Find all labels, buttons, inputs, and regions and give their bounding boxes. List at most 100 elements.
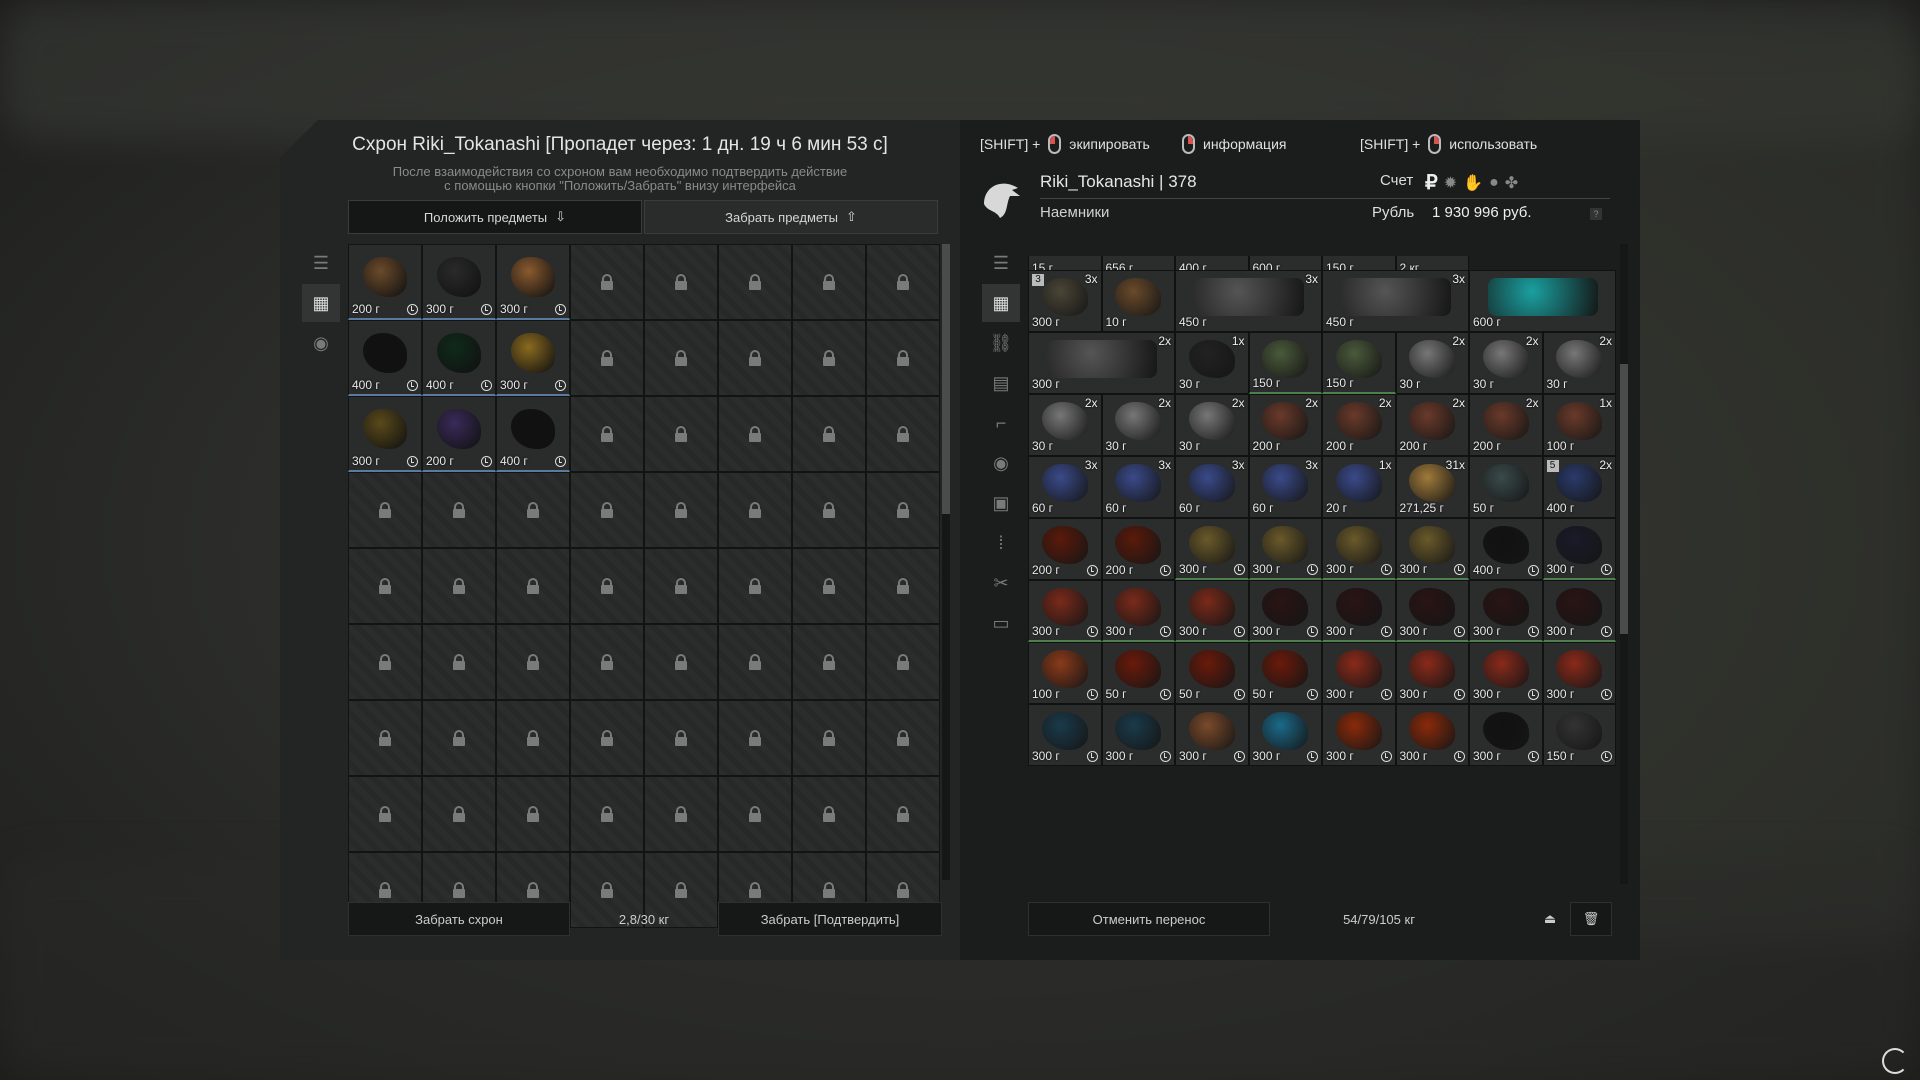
weapon-filter-icon[interactable]: ⌐ (982, 404, 1020, 442)
inventory-item[interactable]: 2x 200 г (1469, 394, 1543, 456)
stash-item[interactable]: 300 г (348, 396, 422, 472)
inventory-item[interactable]: 3x 450 г (1175, 270, 1322, 332)
item-icon (1340, 278, 1451, 317)
inventory-item[interactable]: 300 г (1322, 704, 1396, 766)
help-icon[interactable]: ? (1590, 208, 1602, 220)
trash-icon[interactable]: 🗑 (1570, 902, 1612, 936)
inventory-item[interactable]: 2x 200 г (1322, 394, 1396, 456)
inventory-item[interactable]: 50 г (1248, 642, 1322, 704)
misc-filter-icon[interactable]: ▭ (982, 604, 1020, 642)
inventory-item[interactable]: 300 г (1395, 642, 1469, 704)
chain-filter-icon[interactable]: ⛓ (982, 324, 1020, 362)
inventory-item[interactable]: 300 г (1322, 580, 1396, 642)
inventory-item[interactable]: 300 г (1101, 704, 1175, 766)
stack-count: 2x (1452, 396, 1465, 410)
list-view-icon[interactable]: ☰ (982, 244, 1020, 282)
inventory-item[interactable]: 3x 60 г (1248, 456, 1322, 518)
take-stash-button[interactable]: Забрать схрон (348, 902, 570, 936)
inventory-item[interactable]: 3x 450 г (1322, 270, 1469, 332)
stash-item[interactable]: 300 г (422, 244, 496, 320)
inventory-item[interactable]: 10 г (1101, 270, 1175, 332)
inventory-item[interactable]: 300 г (1175, 518, 1249, 580)
inventory-item[interactable]: 300 г (1469, 580, 1543, 642)
artifact-filter-icon[interactable]: ◉ (302, 324, 340, 362)
inventory-item[interactable]: 50 г (1469, 456, 1543, 518)
inventory-item[interactable]: 300 г (1469, 704, 1543, 766)
inventory-item[interactable]: 150 г (1248, 332, 1322, 394)
inventory-item[interactable]: 200 г (1028, 518, 1102, 580)
inventory-item[interactable]: 150 г (1542, 704, 1616, 766)
list-view-icon[interactable]: ☰ (302, 244, 340, 282)
inventory-item[interactable]: 1x 20 г (1322, 456, 1396, 518)
hand-currency-icon[interactable]: ✋ (1463, 173, 1483, 193)
inventory-item[interactable]: 300 г (1248, 518, 1322, 580)
inventory-item[interactable]: 200 г (1101, 518, 1175, 580)
stash-item[interactable]: 400 г (496, 396, 570, 472)
inventory-item[interactable]: 300 г (1248, 704, 1322, 766)
stash-item[interactable]: 400 г (422, 320, 496, 396)
inventory-item[interactable]: 50 г (1101, 642, 1175, 704)
armor-filter-icon[interactable]: ▤ (982, 364, 1020, 402)
inventory-item[interactable]: 31x 271,25 г (1395, 456, 1469, 518)
stash-item[interactable]: 300 г (496, 244, 570, 320)
paw-currency-icon[interactable]: ✤ (1505, 173, 1518, 193)
inventory-item[interactable]: 2x 300 г (1028, 332, 1175, 394)
stash-item[interactable]: 200 г (348, 244, 422, 320)
stash-item[interactable]: 400 г (348, 320, 422, 396)
inventory-item[interactable]: 3x 60 г (1028, 456, 1102, 518)
inventory-item[interactable]: 300 г (1028, 704, 1102, 766)
inventory-item[interactable]: 150 г (1322, 332, 1396, 394)
inventory-item[interactable]: 300 г (1322, 642, 1396, 704)
ruble-icon[interactable]: ₽ (1425, 170, 1438, 195)
inventory-item[interactable]: 300 г (1101, 580, 1175, 642)
stash-item[interactable]: 300 г (496, 320, 570, 396)
inventory-item[interactable]: 300 г (1542, 642, 1616, 704)
inventory-item[interactable]: 2x 30 г (1028, 394, 1102, 456)
grid-view-icon[interactable]: ▦ (302, 284, 340, 322)
inventory-item[interactable]: 2x 200 г (1248, 394, 1322, 456)
inventory-item[interactable]: 2x 200 г (1395, 394, 1469, 456)
inventory-item[interactable]: 3x 3 300 г (1028, 270, 1102, 332)
item-weight: 50 г (1179, 687, 1201, 701)
inventory-item[interactable]: 300 г (1248, 580, 1322, 642)
cancel-transfer-button[interactable]: Отменить перенос (1028, 902, 1270, 936)
inventory-item[interactable]: 400 г (1469, 518, 1543, 580)
inventory-item[interactable]: 2x 30 г (1469, 332, 1543, 394)
inventory-item[interactable]: 300 г (1175, 580, 1249, 642)
inventory-item[interactable]: 3x 60 г (1175, 456, 1249, 518)
inventory-item[interactable]: 300 г (1175, 704, 1249, 766)
inventory-item[interactable]: 2x 30 г (1101, 394, 1175, 456)
take-items-button[interactable]: Забрать предметы ⇧ (644, 200, 938, 234)
confirm-take-button[interactable]: Забрать [Подтвердить] (718, 902, 942, 936)
inventory-item[interactable]: 50 г (1175, 642, 1249, 704)
inventory-item[interactable]: 300 г (1395, 580, 1469, 642)
artifact-filter-icon[interactable]: ◉ (982, 444, 1020, 482)
inventory-scrollbar[interactable] (1620, 244, 1628, 884)
inventory-item[interactable]: 300 г (1469, 642, 1543, 704)
inventory-item[interactable]: 600 г (1469, 270, 1616, 332)
badge-currency-icon[interactable]: ● (1489, 174, 1499, 192)
stash-scrollbar[interactable] (942, 244, 950, 880)
lock-icon (379, 578, 391, 594)
inventory-item[interactable]: 300 г (1542, 518, 1616, 580)
inventory-item[interactable]: 300 г (1395, 518, 1469, 580)
ammo-filter-icon[interactable]: ⁞ (982, 524, 1020, 562)
gear-currency-icon[interactable]: ✹ (1444, 173, 1457, 193)
inventory-item[interactable]: 1x 30 г (1175, 332, 1249, 394)
put-items-button[interactable]: Положить предметы ⇩ (348, 200, 642, 234)
inventory-item[interactable]: 300 г (1322, 518, 1396, 580)
inventory-item[interactable]: 3x 60 г (1101, 456, 1175, 518)
inventory-item[interactable]: 2x 30 г (1175, 394, 1249, 456)
inventory-item[interactable]: 300 г (1395, 704, 1469, 766)
inventory-item[interactable]: 100 г (1028, 642, 1102, 704)
inventory-item[interactable]: 300 г (1542, 580, 1616, 642)
inventory-item[interactable]: 2x 30 г (1395, 332, 1469, 394)
inventory-item[interactable]: 300 г (1028, 580, 1102, 642)
tools-filter-icon[interactable]: ✂ (982, 564, 1020, 602)
stash-item[interactable]: 200 г (422, 396, 496, 472)
inventory-item[interactable]: 2x 30 г (1542, 332, 1616, 394)
grid-view-icon[interactable]: ▦ (982, 284, 1020, 322)
inventory-item[interactable]: 1x 100 г (1542, 394, 1616, 456)
inventory-item[interactable]: 2x 5 400 г (1542, 456, 1616, 518)
device-filter-icon[interactable]: ▣ (982, 484, 1020, 522)
